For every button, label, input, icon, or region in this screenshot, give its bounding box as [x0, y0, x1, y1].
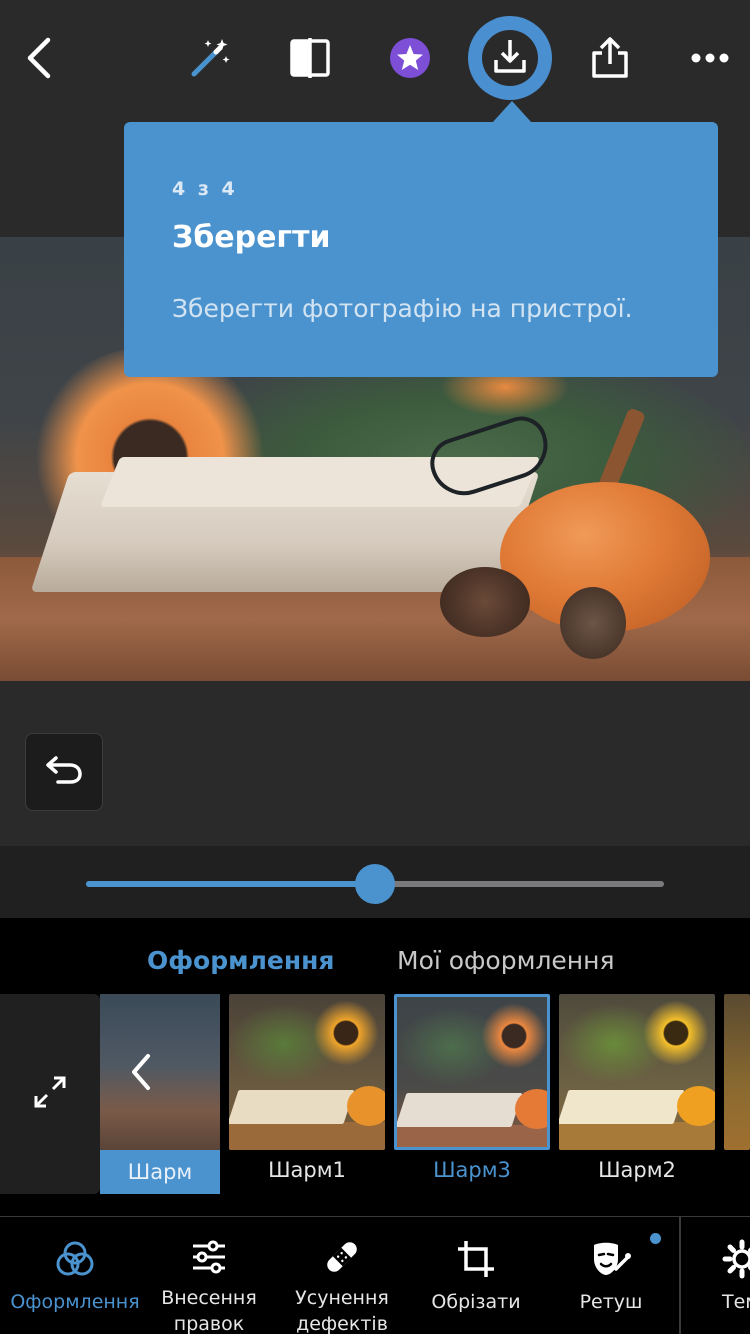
nav-label: Обрізати [431, 1291, 521, 1313]
app-screen: 4 з 4 Зберегти Зберегти фотографію на пр… [0, 0, 750, 1334]
nav-label: Усунення дефектів [295, 1287, 389, 1334]
slider-fill [86, 881, 375, 887]
share-button[interactable] [572, 20, 648, 96]
expand-button[interactable] [0, 994, 100, 1194]
share-icon [588, 36, 632, 80]
save-tooltip[interactable]: 4 з 4 Зберегти Зберегти фотографію на пр… [124, 122, 718, 377]
tooltip-title: Зберегти [172, 220, 331, 255]
look-thumbnail [394, 994, 550, 1150]
crop-icon [456, 1237, 496, 1281]
look-label: Шарм1 [268, 1158, 346, 1182]
nav-heal[interactable]: Усунення дефектів [278, 1217, 406, 1334]
back-button[interactable] [2, 20, 78, 96]
undo-icon [44, 754, 84, 790]
tab-my-looks[interactable]: Мої оформлення [397, 946, 615, 975]
bottom-navigation: Оформлення Внесення правок Усунення дефе… [0, 1216, 750, 1334]
looks-icon [55, 1237, 95, 1281]
tooltip-step: 4 з 4 [172, 178, 238, 200]
expand-icon [30, 1072, 70, 1116]
intensity-slider-area [0, 846, 750, 918]
slider-thumb[interactable] [355, 864, 395, 904]
look-label: Шарм3 [433, 1158, 511, 1182]
look-item[interactable]: Шарм2 [559, 994, 715, 1194]
nav-looks[interactable]: Оформлення [0, 1217, 150, 1334]
compare-button[interactable] [272, 20, 348, 96]
nav-label: Внесення правок [161, 1287, 257, 1334]
chevron-left-icon [126, 1052, 156, 1096]
nav-divider [679, 1217, 681, 1334]
retouch-icon [590, 1237, 632, 1281]
magic-wand-icon [188, 36, 232, 80]
compare-icon [288, 36, 332, 80]
more-button[interactable] [672, 20, 748, 96]
auto-enhance-button[interactable] [172, 20, 248, 96]
look-thumbnail [724, 994, 750, 1150]
premium-button[interactable] [372, 20, 448, 96]
nav-crop[interactable]: Обрізати [416, 1217, 536, 1334]
more-icon [690, 52, 730, 64]
sliders-icon [189, 1237, 229, 1277]
tab-looks[interactable]: Оформлення [147, 946, 334, 975]
download-button[interactable] [482, 30, 538, 86]
look-group-label: Шарм [100, 1150, 220, 1194]
nav-label: Тем [722, 1291, 750, 1313]
premium-star-icon [388, 36, 432, 80]
look-item-selected[interactable]: Шарм3 [394, 994, 550, 1194]
look-label: Шарм2 [598, 1158, 676, 1182]
undo-button[interactable] [25, 733, 103, 811]
look-thumbnail [229, 994, 385, 1150]
nav-retouch[interactable]: Ретуш [556, 1217, 666, 1334]
gear-icon [722, 1237, 750, 1281]
tooltip-pointer [492, 101, 532, 123]
look-thumbnail [559, 994, 715, 1150]
look-group-back-button[interactable]: Шарм [100, 994, 220, 1194]
top-toolbar [0, 0, 750, 120]
nav-label: Оформлення [10, 1291, 140, 1313]
nav-label: Ретуш [579, 1291, 643, 1313]
back-icon [20, 36, 60, 80]
nav-themes[interactable]: Тем [700, 1217, 750, 1334]
nav-adjust[interactable]: Внесення правок [150, 1217, 268, 1334]
download-icon [490, 36, 530, 80]
retouch-badge [650, 1233, 661, 1244]
looks-panel: Оформлення Мої оформлення Шарм Шарм1 Шар… [0, 918, 750, 1216]
look-item[interactable]: Шарм1 [229, 994, 385, 1194]
look-item-partial[interactable] [724, 994, 750, 1194]
bandage-icon [322, 1237, 362, 1277]
tooltip-description: Зберегти фотографію на пристрої. [172, 294, 633, 323]
